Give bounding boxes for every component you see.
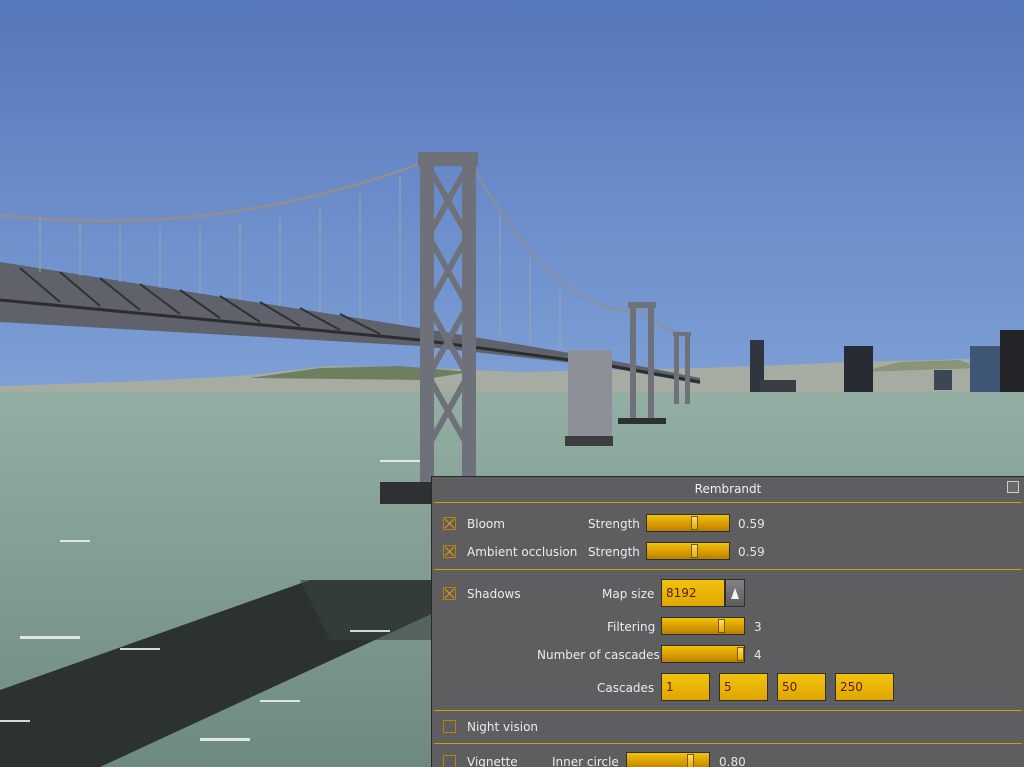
ambient-occlusion-checkbox[interactable] (443, 545, 456, 558)
bloom-checkbox[interactable] (443, 517, 456, 530)
map-size-field[interactable]: 8192 (661, 579, 725, 607)
night-vision-label: Night vision (467, 720, 539, 734)
inner-circle-slider[interactable] (626, 752, 710, 767)
vignette-label: Vignette (467, 755, 518, 767)
cascades-label: Cascades (597, 681, 655, 695)
shadows-checkbox[interactable] (443, 587, 456, 600)
cascade-2-field[interactable]: 5 (719, 673, 768, 701)
slider-knob[interactable] (737, 647, 744, 661)
shadows-label: Shadows (467, 587, 521, 601)
sky (0, 0, 1024, 392)
slider-knob[interactable] (691, 516, 698, 530)
filtering-value: 3 (754, 620, 762, 634)
dark-building (844, 346, 873, 396)
cascade-4-field[interactable]: 250 (835, 673, 894, 701)
filtering-label: Filtering (607, 620, 656, 634)
vignette-checkbox[interactable] (443, 755, 456, 767)
map-size-label: Map size (602, 587, 655, 601)
inner-circle-label: Inner circle (552, 755, 619, 767)
cascade-1-field[interactable]: 1 (661, 673, 710, 701)
divider (434, 743, 1022, 744)
ambient-occlusion-strength-label: Strength (588, 545, 640, 559)
number-of-cascades-slider[interactable] (661, 645, 745, 663)
night-vision-checkbox[interactable] (443, 720, 456, 733)
bloom-label: Bloom (467, 517, 505, 531)
bridge-pier (568, 350, 612, 440)
number-of-cascades-value: 4 (754, 648, 762, 662)
map-size-spin-button[interactable] (725, 579, 745, 607)
number-of-cascades-label: Number of cascades (537, 648, 660, 662)
bloom-strength-value: 0.59 (738, 517, 765, 531)
inner-circle-value: 0.80 (719, 755, 746, 767)
ambient-occlusion-label: Ambient occlusion (467, 545, 578, 559)
slider-knob[interactable] (718, 619, 725, 633)
divider (434, 502, 1022, 503)
divider (434, 569, 1022, 570)
slider-knob[interactable] (687, 754, 694, 767)
ambient-occlusion-strength-slider[interactable] (646, 542, 730, 560)
divider (434, 710, 1022, 711)
cascade-3-field[interactable]: 50 (777, 673, 826, 701)
slider-knob[interactable] (691, 544, 698, 558)
ambient-occlusion-strength-value: 0.59 (738, 545, 765, 559)
rembrandt-dialog: Rembrandt Bloom Strength 0.59 Ambient oc… (431, 476, 1024, 767)
dialog-title: Rembrandt (694, 482, 762, 496)
bloom-strength-slider[interactable] (646, 514, 730, 532)
bloom-strength-label: Strength (588, 517, 640, 531)
filtering-slider[interactable] (661, 617, 745, 635)
close-button[interactable] (1007, 481, 1019, 493)
